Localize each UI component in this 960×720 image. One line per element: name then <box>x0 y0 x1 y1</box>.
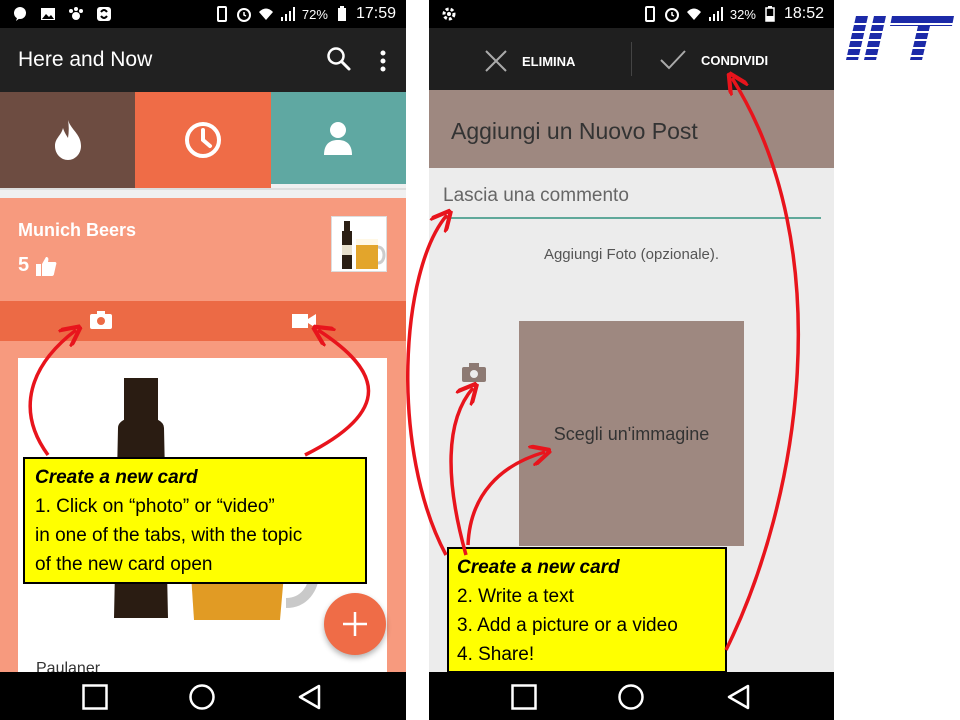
institution-logo <box>842 16 956 60</box>
callout-line: in one of the tabs, with the topic <box>35 525 303 546</box>
status-bar: 72% 17:59 <box>0 0 406 28</box>
share-label: CONDIVIDI <box>701 52 769 68</box>
status-time: 17:59 <box>355 5 396 22</box>
battery-icon <box>765 6 775 22</box>
tab-hot[interactable] <box>0 92 136 188</box>
callout-line: 2. Write a text <box>457 586 574 607</box>
action-divider <box>631 42 632 76</box>
battery-percent: 72% <box>301 6 328 22</box>
check-icon <box>660 50 686 70</box>
image-icon <box>41 8 55 20</box>
instruction-callout-steps-2-4: Create a new card 2. Write a text 3. Add… <box>447 547 727 673</box>
paw-icon <box>69 7 83 20</box>
callout-heading: Create a new card <box>35 467 198 488</box>
search-icon[interactable] <box>326 46 352 72</box>
battery-icon <box>337 6 346 21</box>
home-icon[interactable] <box>189 684 215 710</box>
camera-icon[interactable] <box>90 311 112 329</box>
beer-thumbnail-image <box>342 221 386 269</box>
instruction-callout-step1: Create a new card 1. Click on “photo” or… <box>23 457 367 584</box>
like-count-value: 5 <box>18 254 30 276</box>
alarm-icon <box>664 8 679 22</box>
signal-icon <box>280 7 295 21</box>
new-post-header: Aggiungi un Nuovo Post <box>429 90 834 168</box>
back-icon[interactable] <box>726 684 752 710</box>
callout-line: 1. Click on “photo” or “video” <box>35 496 275 517</box>
category-tabs <box>0 92 406 188</box>
settings-icon <box>442 7 456 21</box>
media-tabs <box>0 301 406 341</box>
card-title: Munich Beers <box>18 220 137 240</box>
signal-icon <box>708 7 723 21</box>
plus-icon <box>343 612 367 636</box>
delete-button[interactable]: ELIMINA <box>484 49 575 73</box>
system-nav-bar <box>0 672 406 720</box>
app-bar: Here and Now <box>0 28 406 92</box>
add-photo-label: Aggiungi Foto (opzionale). <box>543 246 720 263</box>
like-count[interactable]: 5 <box>18 254 57 277</box>
camera-icon[interactable] <box>462 363 486 382</box>
status-bar: 32% 18:52 <box>429 0 834 28</box>
vibrate-icon <box>644 6 655 22</box>
chat-icon <box>14 7 26 21</box>
app-title: Here and Now <box>18 48 153 71</box>
callout-line: of the new card open <box>35 554 213 575</box>
page-title: Aggiungi un Nuovo Post <box>451 118 698 144</box>
edit-action-bar: ELIMINA CONDIVIDI <box>429 28 834 90</box>
tab-recent[interactable] <box>135 92 271 188</box>
vibrate-icon <box>216 6 227 22</box>
back-icon[interactable] <box>297 684 323 710</box>
home-icon[interactable] <box>618 684 644 710</box>
callout-line: 4. Share! <box>457 644 535 665</box>
recents-icon[interactable] <box>82 684 108 710</box>
wifi-icon <box>686 8 701 20</box>
tab-profile[interactable] <box>270 92 406 184</box>
callout-heading: Create a new card <box>457 557 620 578</box>
system-nav-bar <box>429 672 834 720</box>
delete-label: ELIMINA <box>522 53 576 69</box>
shazam-icon <box>97 7 111 21</box>
image-picker[interactable]: Scegli un'immagine <box>519 321 744 546</box>
clock-icon <box>184 122 221 158</box>
wifi-icon <box>258 8 273 20</box>
recents-icon[interactable] <box>511 684 537 710</box>
status-time: 18:52 <box>783 5 824 22</box>
person-icon <box>324 122 353 155</box>
callout-line: 3. Add a picture or a video <box>457 615 678 636</box>
battery-percent: 32% <box>729 6 756 22</box>
image-picker-label: Scegli un'immagine <box>553 424 710 444</box>
share-button[interactable]: CONDIVIDI <box>659 49 768 71</box>
flame-icon <box>54 120 81 160</box>
more-icon[interactable] <box>380 50 386 72</box>
phone-screen-feed: 72% 17:59 Here and Now Munich Beers 5 Pa… <box>0 0 406 720</box>
card-thumbnail[interactable] <box>331 216 387 272</box>
video-icon[interactable] <box>292 313 316 329</box>
alarm-icon <box>236 8 251 22</box>
add-post-button[interactable] <box>324 593 386 655</box>
tab-divider <box>0 188 406 190</box>
thumbs-up-icon <box>36 256 57 276</box>
close-icon <box>485 50 507 72</box>
comment-field[interactable]: Lascia una commento <box>443 185 821 219</box>
